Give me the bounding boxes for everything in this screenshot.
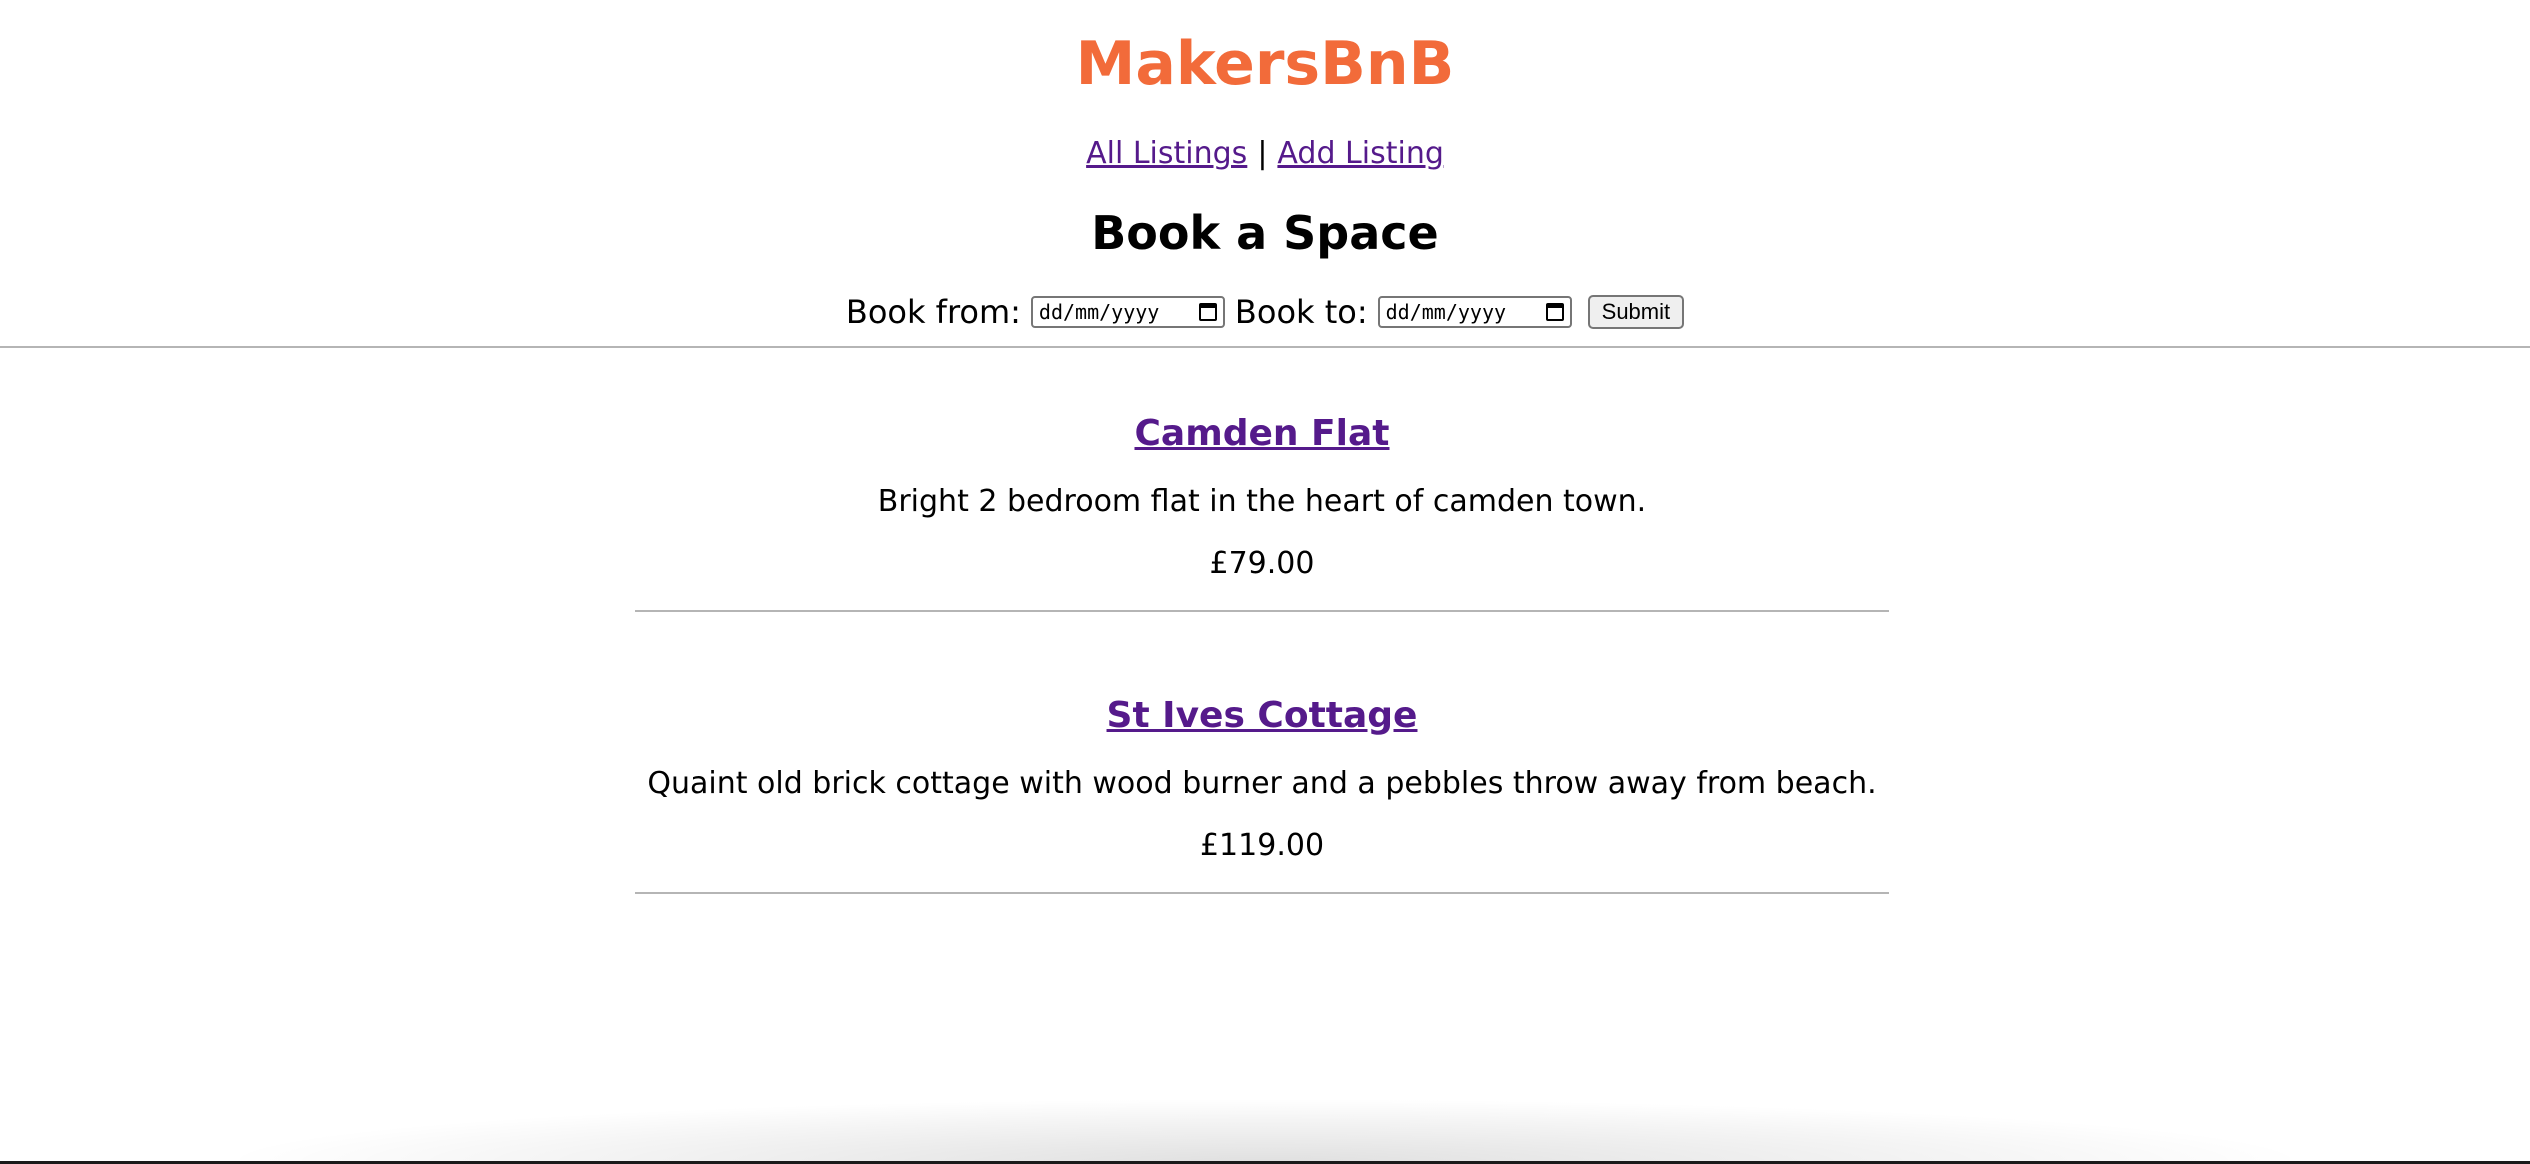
listing-description: Quaint old brick cottage with wood burne… [647, 766, 1877, 801]
listing-divider [635, 610, 1889, 612]
listing-divider [635, 892, 1889, 894]
listing-item: St Ives Cottage Quaint old brick cottage… [635, 690, 1889, 894]
listing-item: Camden Flat Bright 2 bedroom flat in the… [635, 408, 1889, 612]
add-listing-link[interactable]: Add Listing [1277, 136, 1443, 171]
book-from-date-value: dd/mm/yyyy [1038, 300, 1160, 324]
site-title: MakersBnB [1075, 29, 1455, 99]
listing-price: £119.00 [1199, 828, 1325, 863]
calendar-icon[interactable] [1198, 303, 1217, 321]
listing-description: Bright 2 bedroom flat in the heart of ca… [877, 484, 1647, 519]
book-to-date-value: dd/mm/yyyy [1385, 300, 1507, 324]
all-listings-link[interactable]: All Listings [1086, 136, 1247, 171]
booking-form: Book from: dd/mm/yyyy Book to: dd/mm/yyy… [0, 288, 2530, 336]
listing-name-link[interactable]: St Ives Cottage [635, 690, 1889, 742]
book-from-label: Book from: [845, 293, 1021, 331]
book-to-date-input[interactable]: dd/mm/yyyy [1377, 296, 1572, 328]
page: MakersBnB All Listings | Add Listing Book … [0, 0, 2530, 1164]
listing-name-link[interactable]: Camden Flat [635, 408, 1889, 460]
book-to-label: Book to: [1234, 293, 1368, 331]
window-shadow [240, 1100, 2290, 1162]
calendar-icon[interactable] [1545, 303, 1564, 321]
nav-bar: All Listings | Add Listing [0, 130, 2530, 178]
book-from-date-input[interactable]: dd/mm/yyyy [1030, 296, 1225, 328]
page-title: Book a Space [1091, 206, 1439, 260]
submit-button[interactable]: Submit [1587, 295, 1685, 329]
listing-price: £79.00 [1209, 546, 1315, 581]
nav-separator: | [1257, 136, 1268, 171]
header-divider [0, 346, 2530, 348]
